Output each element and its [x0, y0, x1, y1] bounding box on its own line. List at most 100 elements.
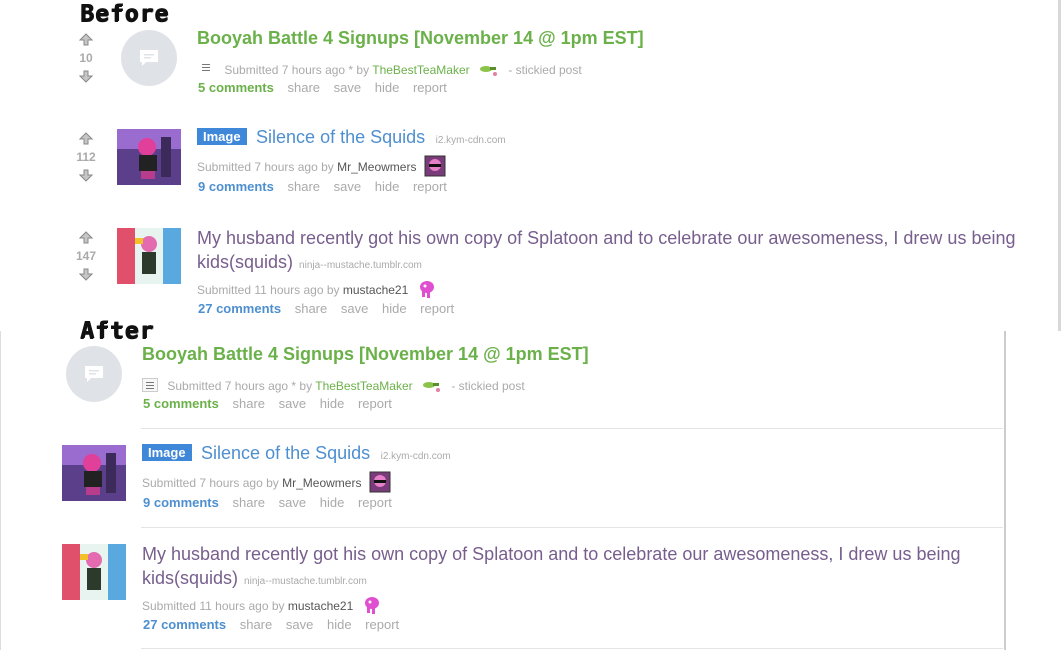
domain-link[interactable]: i2.kym-cdn.com: [381, 451, 451, 462]
post-title-row: My husband recently got his own copy of …: [197, 226, 1015, 278]
vote-column: 10: [76, 33, 96, 83]
self-post-thumbnail[interactable]: [66, 346, 122, 402]
share-button[interactable]: share: [240, 617, 273, 632]
post-thumbnail[interactable]: [62, 544, 126, 600]
expando-icon[interactable]: [199, 62, 215, 76]
post-title-row: My husband recently got his own copy of …: [142, 542, 960, 594]
post-buttons: 5 comments share save hide report: [143, 396, 402, 411]
post-title[interactable]: Booyah Battle 4 Signups [November 14 @ 1…: [142, 344, 589, 364]
post-thumbnail[interactable]: [117, 129, 181, 185]
post-divider: [141, 428, 1003, 429]
post-tagline: Submitted 11 hours ago by mustache21: [142, 594, 383, 616]
author-link[interactable]: mustache21: [343, 283, 408, 297]
upvote-icon[interactable]: [79, 231, 93, 244]
comments-link[interactable]: 27 comments: [143, 617, 226, 632]
save-button[interactable]: save: [334, 80, 361, 95]
post-title-row: Booyah Battle 4 Signups [November 14 @ 1…: [197, 28, 644, 49]
domain-link[interactable]: ninja--mustache.tumblr.com: [244, 576, 367, 587]
submitted-text: Submitted 7 hours ago by: [142, 476, 279, 490]
chat-bubble-icon: [85, 366, 103, 382]
upvote-icon[interactable]: [79, 132, 93, 145]
report-button[interactable]: report: [420, 301, 454, 316]
post-thumbnail[interactable]: [117, 228, 181, 284]
post-divider: [141, 527, 1003, 528]
post-title-row: Booyah Battle 4 Signups [November 14 @ 1…: [142, 344, 589, 365]
hide-button[interactable]: hide: [320, 396, 345, 411]
post-tagline: Submitted 7 hours ago by Mr_Meowmers: [142, 471, 391, 493]
submitted-text: Submitted 11 hours ago by: [142, 599, 285, 613]
submitted-text: Submitted 11 hours ago by: [197, 283, 340, 297]
upvote-icon[interactable]: [79, 33, 93, 46]
post-title[interactable]: Booyah Battle 4 Signups [November 14 @ 1…: [197, 28, 644, 48]
link-flair: Image: [197, 128, 247, 145]
post-score: 112: [76, 150, 96, 164]
post-thumbnail[interactable]: [62, 445, 126, 501]
submitted-text: Submitted 7 hours ago * by: [224, 63, 370, 77]
post-score: 147: [76, 249, 97, 263]
post-buttons: 9 comments share save hide report: [143, 495, 402, 510]
share-button[interactable]: share: [288, 179, 321, 194]
post-divider: [141, 648, 1003, 649]
vote-column: 147: [76, 231, 96, 281]
author-link[interactable]: TheBestTeaMaker: [315, 379, 412, 393]
post-title-line2[interactable]: kids(squids): [197, 252, 293, 272]
save-button[interactable]: save: [341, 301, 368, 316]
save-button[interactable]: save: [334, 179, 361, 194]
downvote-icon[interactable]: [79, 268, 93, 281]
author-link[interactable]: Mr_Meowmers: [337, 160, 416, 174]
hide-button[interactable]: hide: [382, 301, 407, 316]
post-title[interactable]: Silence of the Squids: [256, 127, 425, 147]
chat-bubble-icon: [140, 50, 158, 66]
comments-link[interactable]: 5 comments: [143, 396, 219, 411]
post-title-line2[interactable]: kids(squids): [142, 568, 238, 588]
after-label: After: [80, 318, 155, 344]
user-flair-icon: [416, 278, 438, 300]
comments-link[interactable]: 5 comments: [198, 80, 274, 95]
hide-button[interactable]: hide: [327, 617, 352, 632]
expando-icon[interactable]: [142, 378, 158, 392]
author-link[interactable]: mustache21: [288, 599, 353, 613]
report-button[interactable]: report: [365, 617, 399, 632]
report-button[interactable]: report: [358, 396, 392, 411]
hide-button[interactable]: hide: [375, 179, 400, 194]
comments-link[interactable]: 9 comments: [143, 495, 219, 510]
post-title[interactable]: Silence of the Squids: [201, 443, 370, 463]
post-tagline: Submitted 11 hours ago by mustache21: [197, 278, 438, 300]
author-link[interactable]: TheBestTeaMaker: [372, 63, 469, 77]
post-score: 10: [79, 51, 93, 65]
post-tagline: Submitted 7 hours ago * by TheBestTeaMak…: [199, 58, 582, 80]
save-button[interactable]: save: [286, 617, 313, 632]
post-title-row: Image Silence of the Squids i2.kym-cdn.c…: [197, 127, 506, 148]
submitted-text: Submitted 7 hours ago * by: [167, 379, 313, 393]
post-tagline: Submitted 7 hours ago by Mr_Meowmers: [197, 155, 446, 177]
share-button[interactable]: share: [295, 301, 328, 316]
downvote-icon[interactable]: [79, 70, 93, 83]
save-button[interactable]: save: [279, 396, 306, 411]
vote-column: 112: [76, 132, 96, 182]
hide-button[interactable]: hide: [375, 80, 400, 95]
author-link[interactable]: Mr_Meowmers: [282, 476, 361, 490]
self-post-thumbnail[interactable]: [121, 30, 177, 86]
user-flair-icon: [477, 58, 499, 80]
share-button[interactable]: share: [233, 396, 266, 411]
post-title-line1[interactable]: My husband recently got his own copy of …: [197, 226, 1015, 250]
domain-link[interactable]: ninja--mustache.tumblr.com: [299, 260, 422, 271]
save-button[interactable]: save: [279, 495, 306, 510]
user-flair-icon: [369, 471, 391, 493]
comments-link[interactable]: 9 comments: [198, 179, 274, 194]
report-button[interactable]: report: [413, 179, 447, 194]
report-button[interactable]: report: [413, 80, 447, 95]
report-button[interactable]: report: [358, 495, 392, 510]
post-buttons: 9 comments share save hide report: [198, 179, 457, 194]
domain-link[interactable]: i2.kym-cdn.com: [436, 135, 506, 146]
before-label: Before: [80, 1, 170, 27]
user-flair-icon: [361, 594, 383, 616]
comments-link[interactable]: 27 comments: [198, 301, 281, 316]
downvote-icon[interactable]: [79, 169, 93, 182]
post-title-line1[interactable]: My husband recently got his own copy of …: [142, 542, 960, 566]
share-button[interactable]: share: [288, 80, 321, 95]
share-button[interactable]: share: [233, 495, 266, 510]
post-buttons: 27 comments share save hide report: [198, 301, 464, 316]
user-flair-icon: [420, 374, 442, 396]
hide-button[interactable]: hide: [320, 495, 345, 510]
